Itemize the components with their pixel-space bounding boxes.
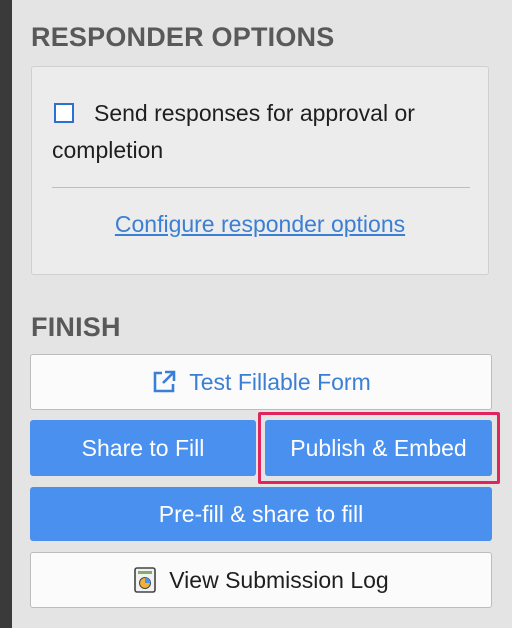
left-panel-edge — [0, 0, 12, 628]
test-fillable-form-button[interactable]: Test Fillable Form — [30, 354, 492, 410]
divider — [52, 187, 470, 188]
spreadsheet-chart-icon — [133, 567, 157, 593]
responder-options-heading: RESPONDER OPTIONS — [31, 22, 335, 52]
configure-responder-options-link[interactable]: Configure responder options — [32, 211, 488, 238]
external-link-icon — [151, 369, 177, 395]
approval-checkbox-row[interactable]: Send responses for approval or completio… — [52, 95, 472, 169]
share-to-fill-button[interactable]: Share to Fill — [30, 420, 256, 476]
approval-checkbox-label: Send responses for approval or completio… — [52, 100, 415, 163]
view-submission-log-button[interactable]: View Submission Log — [30, 552, 492, 608]
publish-embed-button[interactable]: Publish & Embed — [265, 420, 492, 476]
test-fillable-form-label: Test Fillable Form — [189, 368, 371, 395]
approval-checkbox[interactable] — [54, 103, 74, 123]
view-submission-log-label: View Submission Log — [169, 566, 389, 593]
responder-options-panel: Send responses for approval or completio… — [31, 66, 489, 275]
finish-heading: FINISH — [31, 312, 121, 342]
prefill-share-button[interactable]: Pre-fill & share to fill — [30, 487, 492, 541]
